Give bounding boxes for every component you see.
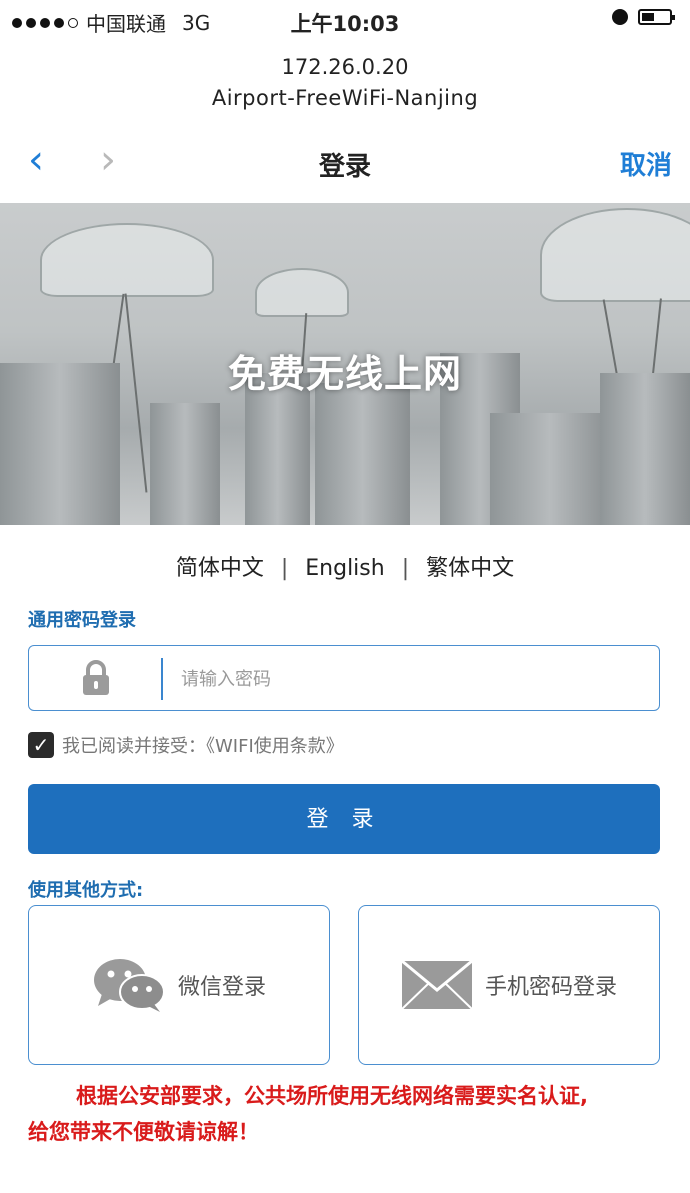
envelope-icon	[401, 960, 473, 1010]
lang-traditional-chinese[interactable]: 繁体中文	[426, 556, 514, 581]
field-divider	[161, 658, 163, 700]
wechat-login-label: 微信登录	[177, 975, 266, 1000]
password-login-label: 通用密码登录	[28, 610, 136, 631]
notice-line-2: 给您带来不便敬请谅解！	[28, 1120, 259, 1144]
status-bar: 中国联通 3G 上午10:03	[0, 0, 690, 40]
portal-ip: 172.26.0.20	[281, 55, 409, 79]
status-time: 上午10:03	[290, 12, 400, 36]
wechat-icon	[93, 959, 165, 1012]
page-title: 登录	[318, 152, 371, 182]
banner-slogan: 免费无线上网	[227, 352, 462, 396]
other-methods-label: 使用其他方式:	[28, 880, 144, 901]
battery-icon	[638, 9, 675, 25]
language-switcher: 简体中文 | English | 繁体中文	[0, 550, 690, 582]
terms-agreement[interactable]: ✓ 我已阅读并接受：《WIFI使用条款》	[28, 732, 344, 758]
login-button[interactable]: 登 录	[28, 784, 660, 854]
lang-simplified-chinese[interactable]: 简体中文	[176, 556, 264, 581]
status-icons	[612, 9, 675, 25]
real-name-notice: 根据公安部要求，公共场所使用无线网络需要实名认证, 给您带来不便敬请谅解！	[28, 1078, 668, 1150]
banner-image: 免费无线上网	[0, 203, 690, 525]
wechat-login-button[interactable]: 微信登录	[28, 905, 330, 1065]
sms-login-button[interactable]: 手机密码登录	[358, 905, 660, 1065]
lock-icon	[83, 660, 109, 695]
lang-separator: |	[401, 556, 410, 581]
page-header: 172.26.0.20 Airport-FreeWiFi-Nanjing	[0, 52, 690, 114]
notice-line-1: 根据公安部要求，公共场所使用无线网络需要实名认证,	[76, 1084, 588, 1108]
sms-login-label: 手机密码登录	[484, 975, 617, 1000]
terms-text: 我已阅读并接受：《WIFI使用条款》	[62, 736, 344, 757]
password-input[interactable]	[179, 660, 623, 698]
lang-english[interactable]: English	[305, 556, 384, 581]
terms-checkbox[interactable]: ✓	[28, 732, 54, 758]
navigation-bar: ‹ › 登录 取消	[0, 130, 690, 200]
password-field[interactable]	[28, 645, 660, 711]
cancel-button[interactable]: 取消	[620, 145, 672, 182]
alarm-icon	[612, 9, 628, 25]
lang-separator: |	[280, 556, 289, 581]
network-ssid: Airport-FreeWiFi-Nanjing	[211, 86, 479, 110]
